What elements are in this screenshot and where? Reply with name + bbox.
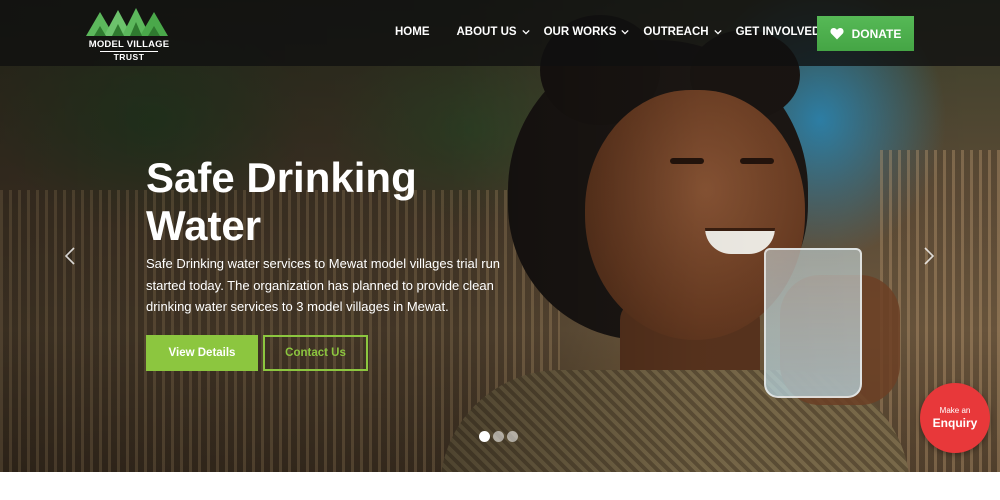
chevron-down-icon [621, 29, 630, 35]
make-enquiry-button[interactable]: Make an Enquiry [920, 383, 990, 453]
slider-dot[interactable] [507, 431, 518, 442]
nav-item-home[interactable]: HOME [395, 26, 430, 38]
site-logo[interactable]: MODEL VILLAGE TRUST [86, 8, 172, 62]
nav-item-label: ABOUT US [456, 26, 517, 38]
donate-label: DONATE [851, 26, 902, 41]
donate-button[interactable]: DONATE [817, 16, 914, 51]
logo-text-primary: MODEL VILLAGE [88, 39, 170, 50]
logo-mark-icon [86, 8, 168, 36]
chevron-left-icon[interactable] [64, 246, 76, 266]
chevron-down-icon [521, 29, 530, 35]
hero-title-line: Water [146, 202, 262, 249]
chevron-down-icon [713, 29, 722, 35]
nav-item-label: GET INVOLVED [735, 26, 821, 38]
contact-us-button[interactable]: Contact Us [263, 335, 368, 371]
nav-item-outreach[interactable]: OUTREACH [643, 26, 722, 38]
enquiry-label-small: Make an [939, 405, 971, 415]
chevron-right-icon[interactable] [923, 246, 935, 266]
nav-item-label: HOME [395, 26, 430, 38]
view-details-button[interactable]: View Details [146, 335, 258, 371]
slider-pagination [479, 431, 521, 442]
nav-item-label: OUR WORKS [543, 26, 617, 38]
heart-icon [830, 28, 844, 40]
nav-item-our-works[interactable]: OUR WORKS [544, 26, 630, 38]
hero-title-line: Safe Drinking [146, 154, 417, 201]
slider-dot[interactable] [493, 431, 504, 442]
main-nav: HOME ABOUT US OUR WORKS OUTREACH GET INV… [395, 26, 847, 38]
hero-title: Safe Drinking Water [146, 154, 486, 250]
site-header: MODEL VILLAGE TRUST HOME ABOUT US OUR WO… [0, 0, 1000, 66]
nav-item-label: OUTREACH [643, 26, 709, 38]
nav-item-about-us[interactable]: ABOUT US [457, 26, 530, 38]
enquiry-label-large: Enquiry [932, 415, 978, 430]
slider-dot[interactable] [479, 431, 490, 442]
logo-text-secondary: TRUST [113, 52, 145, 62]
hero-description: Safe Drinking water services to Mewat mo… [146, 256, 501, 314]
